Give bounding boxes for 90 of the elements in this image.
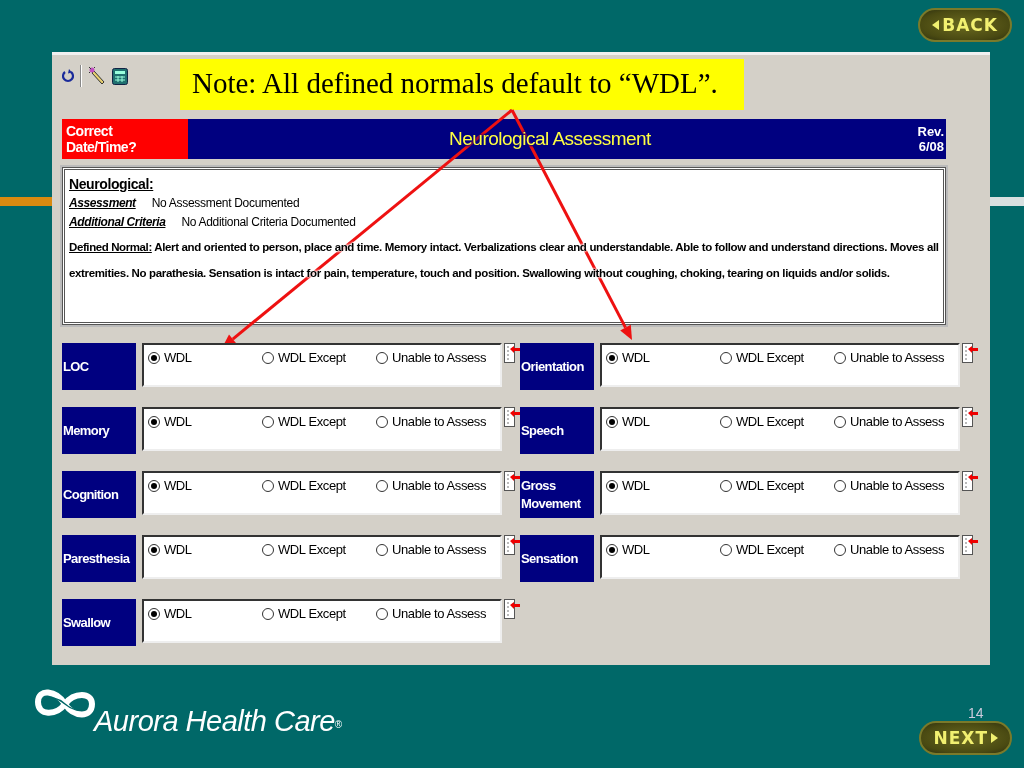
document-arrow-icon[interactable] [504, 535, 520, 555]
date-time-button[interactable]: Correct Date/Time? [62, 119, 188, 159]
right-triangle-icon [991, 733, 998, 743]
wand-icon[interactable] [88, 66, 106, 86]
radio-button[interactable] [720, 480, 732, 492]
radio-button[interactable] [376, 480, 388, 492]
page-number: 14 [967, 705, 984, 721]
option-label[interactable]: WDL Except [278, 478, 346, 493]
document-arrow-icon[interactable] [504, 343, 520, 363]
radio-button[interactable] [262, 544, 274, 556]
option-label[interactable]: WDL Except [278, 542, 346, 557]
option-label[interactable]: WDL Except [736, 542, 804, 557]
option-label[interactable]: Unable to Assess [850, 478, 945, 493]
document-arrow-icon[interactable] [504, 599, 520, 619]
document-arrow-icon[interactable] [962, 471, 978, 491]
option-label[interactable]: WDL Except [736, 478, 804, 493]
brand-name: Aurora Health Care [94, 705, 335, 738]
refresh-icon[interactable] [62, 68, 74, 84]
radio-button[interactable] [148, 352, 160, 364]
document-arrow-icon[interactable] [962, 343, 978, 363]
row-label: Swallow [62, 599, 136, 646]
document-arrow-icon[interactable] [504, 407, 520, 427]
option-label[interactable]: WDL [622, 478, 650, 493]
option-label[interactable]: WDL [622, 350, 650, 365]
radio-button[interactable] [376, 608, 388, 620]
radio-button[interactable] [720, 544, 732, 556]
left-triangle-icon [932, 20, 940, 30]
field-value: No Additional Criteria Documented [181, 215, 356, 229]
radio-button[interactable] [606, 480, 618, 492]
radio-button[interactable] [606, 352, 618, 364]
radio-button[interactable] [148, 416, 160, 428]
radio-button[interactable] [376, 352, 388, 364]
calculator-icon[interactable] [112, 67, 128, 85]
note-callout: Note: All defined normals default to “WDL”. [180, 59, 744, 110]
document-arrow-icon[interactable] [962, 407, 978, 427]
row-label: LOC [62, 343, 136, 390]
back-button[interactable]: BACK [918, 8, 1012, 42]
option-label[interactable]: WDL Except [278, 606, 346, 621]
field-value: No Assessment Documented [151, 196, 300, 210]
option-label[interactable]: WDL Except [736, 414, 804, 429]
option-label[interactable]: Unable to Assess [392, 414, 487, 429]
radio-button[interactable] [834, 544, 846, 556]
document-arrow-icon[interactable] [962, 535, 978, 555]
option-label[interactable]: Unable to Assess [850, 414, 945, 429]
radio-button[interactable] [834, 352, 846, 364]
radio-button[interactable] [834, 480, 846, 492]
row-label: Sensation [520, 535, 594, 582]
option-label[interactable]: WDL [164, 542, 192, 557]
next-button[interactable]: NEXT [919, 721, 1012, 755]
row-label: Speech [520, 407, 594, 454]
document-arrow-icon[interactable] [504, 471, 520, 491]
option-label[interactable]: WDL [164, 606, 192, 621]
section-heading: Neurological: [69, 176, 154, 192]
radio-button[interactable] [720, 352, 732, 364]
option-label[interactable]: WDL [164, 414, 192, 429]
option-label[interactable]: Unable to Assess [392, 542, 487, 557]
radio-button[interactable] [262, 416, 274, 428]
radio-button[interactable] [376, 544, 388, 556]
option-label[interactable]: Unable to Assess [392, 606, 487, 621]
row-label: Cognition [62, 471, 136, 518]
radio-button[interactable] [720, 416, 732, 428]
option-label[interactable]: WDL [164, 350, 192, 365]
option-label[interactable]: WDL Except [278, 414, 346, 429]
radio-button[interactable] [606, 416, 618, 428]
field-label: Assessment [69, 196, 136, 210]
radio-button[interactable] [262, 608, 274, 620]
row-label: Paresthesia [62, 535, 136, 582]
radio-button[interactable] [834, 416, 846, 428]
option-label[interactable]: Unable to Assess [850, 542, 945, 557]
radio-button[interactable] [148, 544, 160, 556]
option-label[interactable]: WDL Except [278, 350, 346, 365]
radio-button[interactable] [606, 544, 618, 556]
radio-button[interactable] [262, 352, 274, 364]
option-label[interactable]: WDL Except [736, 350, 804, 365]
option-label[interactable]: WDL [164, 478, 192, 493]
radio-button[interactable] [262, 480, 274, 492]
radio-button[interactable] [148, 480, 160, 492]
revision-label: Rev. 6/08 [916, 124, 945, 154]
option-label[interactable]: WDL [622, 414, 650, 429]
option-label[interactable]: WDL [622, 542, 650, 557]
option-label[interactable]: Unable to Assess [850, 350, 945, 365]
option-label[interactable]: Unable to Assess [392, 350, 487, 365]
registered-mark: ® [334, 719, 343, 730]
field-label: Additional Criteria [69, 215, 166, 229]
row-label: Gross Movement [520, 471, 594, 518]
option-label[interactable]: Unable to Assess [392, 478, 487, 493]
row-label: Memory [62, 407, 136, 454]
radio-button[interactable] [376, 416, 388, 428]
row-label: Orientation [520, 343, 594, 390]
radio-button[interactable] [148, 608, 160, 620]
